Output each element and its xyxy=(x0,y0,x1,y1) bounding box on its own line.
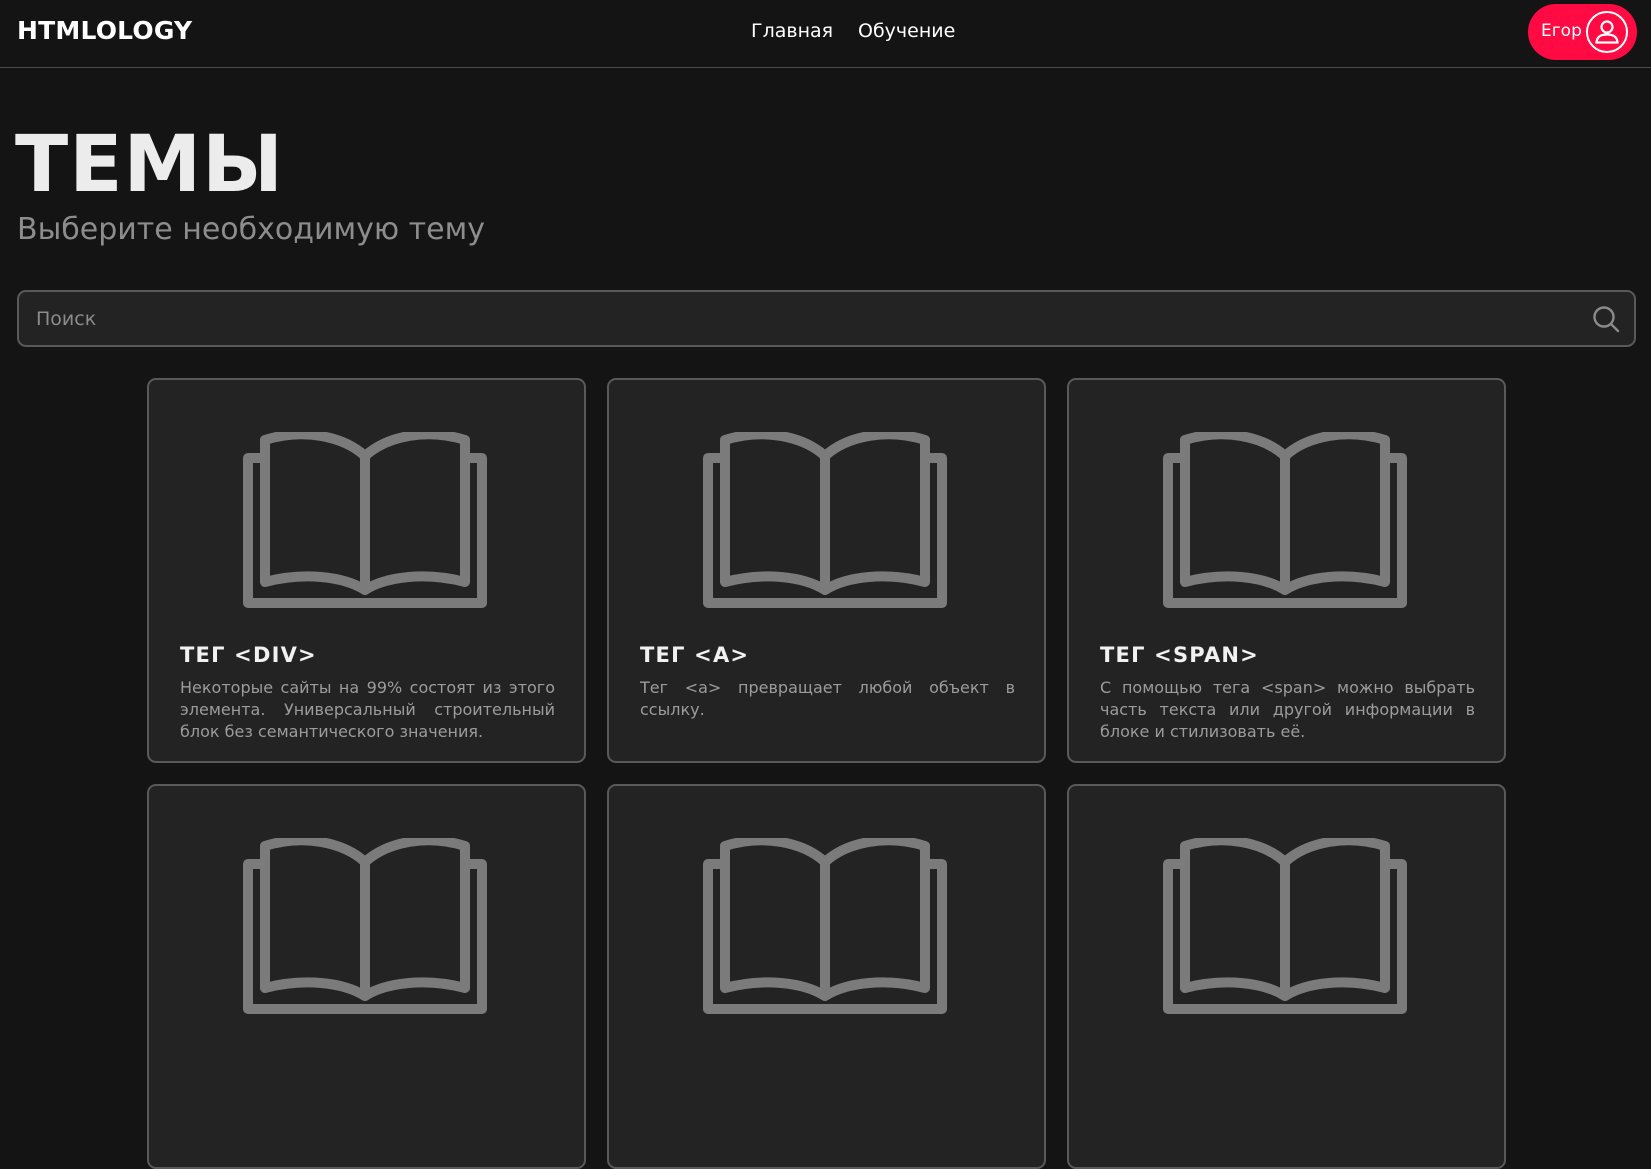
book-icon xyxy=(703,838,947,1014)
book-icon xyxy=(1163,838,1407,1014)
card-title: ТЕГ <A> xyxy=(640,643,750,667)
page-title: ТЕМЫ xyxy=(15,120,284,210)
topic-card[interactable] xyxy=(1067,784,1506,1169)
page-subtitle: Выберите необходимую тему xyxy=(17,212,486,247)
card-description: С помощью тега <span> можно выбрать част… xyxy=(1100,678,1475,741)
user-name: Егор xyxy=(1541,21,1582,41)
topic-card-a[interactable]: ТЕГ <A> Тег <a> превращает любой объект … xyxy=(607,378,1046,763)
search-icon[interactable] xyxy=(1591,304,1621,334)
card-title: ТЕГ <DIV> xyxy=(180,643,317,667)
card-description: Некоторые сайты на 99% состоят из этого … xyxy=(180,678,555,741)
book-icon xyxy=(243,432,487,608)
topic-card[interactable] xyxy=(147,784,586,1169)
site-logo[interactable]: HTMLOLOGY xyxy=(17,16,192,45)
search-bar xyxy=(17,290,1636,347)
nav-link-home[interactable]: Главная xyxy=(751,20,833,42)
book-icon xyxy=(703,432,947,608)
main-nav: Главная Обучение xyxy=(0,0,1651,68)
card-description: Тег <a> превращает любой объект в ссылку… xyxy=(640,678,1015,719)
topic-card[interactable] xyxy=(607,784,1046,1169)
book-icon xyxy=(243,838,487,1014)
card-title: ТЕГ <SPAN> xyxy=(1100,643,1259,667)
search-input[interactable] xyxy=(19,292,1579,345)
user-icon xyxy=(1586,11,1628,53)
topic-card-div[interactable]: ТЕГ <DIV> Некоторые сайты на 99% состоят… xyxy=(147,378,586,763)
user-profile-button[interactable]: Егор xyxy=(1528,4,1637,60)
book-icon xyxy=(1163,432,1407,608)
nav-link-learning[interactable]: Обучение xyxy=(858,20,955,42)
top-navbar: HTMLOLOGY Главная Обучение Егор xyxy=(0,0,1651,68)
topic-card-span[interactable]: ТЕГ <SPAN> С помощью тега <span> можно в… xyxy=(1067,378,1506,763)
